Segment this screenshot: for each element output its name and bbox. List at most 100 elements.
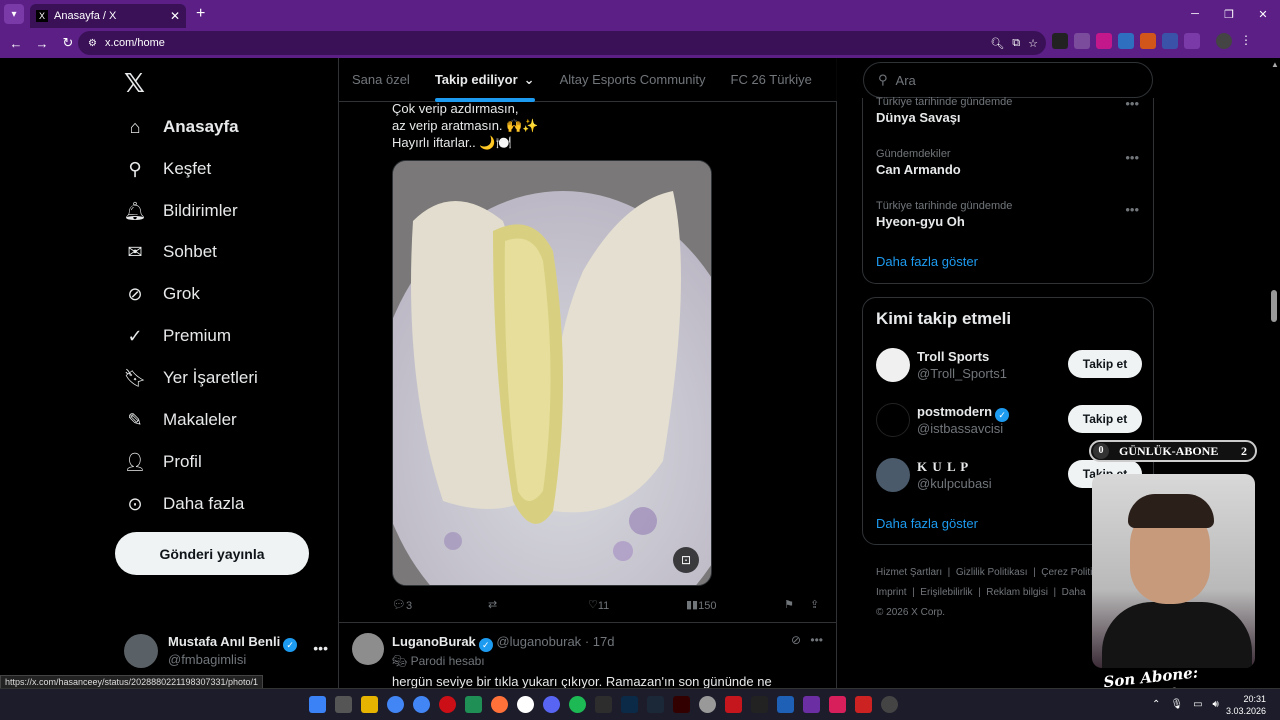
page-scrollbar[interactable]: ▲: [1268, 58, 1280, 688]
footer-link[interactable]: Gizlilik Politikası: [956, 567, 1028, 578]
illustrator-icon[interactable]: [673, 696, 690, 713]
address-bar[interactable]: ⚙ x.com/home 🔍︎ ⧉ ☆: [78, 31, 1046, 55]
extension-icon[interactable]: [1096, 33, 1112, 49]
footer-link[interactable]: Reklam bilgisi: [986, 587, 1048, 598]
nav-explore[interactable]: ⚲ Keşfet: [124, 154, 211, 184]
app-icon[interactable]: [777, 696, 794, 713]
mic-icon[interactable]: 🎙︎: [1170, 699, 1183, 710]
capcut-icon[interactable]: [595, 696, 612, 713]
profile-avatar-icon[interactable]: [1216, 33, 1232, 49]
search-box[interactable]: ⚲ Ara: [863, 62, 1153, 98]
search-icon[interactable]: [335, 696, 352, 713]
author-name[interactable]: LuganoBurak: [392, 634, 476, 649]
author-handle[interactable]: @luganoburak: [496, 634, 581, 649]
site-info-icon[interactable]: ⚙: [88, 38, 97, 49]
steam-icon[interactable]: [647, 696, 664, 713]
reply-button[interactable]: 💬︎ 3: [392, 598, 412, 612]
trend-item[interactable]: Türkiye tarihinde gündemde Hyeon-gyu Oh: [876, 200, 1012, 229]
footer-link[interactable]: Erişilebilirlik: [920, 587, 972, 598]
cast-icon[interactable]: ⧉: [1012, 37, 1020, 50]
nav-more[interactable]: ⊙ Daha fazla: [124, 489, 244, 519]
nav-grok[interactable]: ⊘ Grok: [124, 279, 199, 309]
start-icon[interactable]: [309, 696, 326, 713]
trend-more-icon[interactable]: •••: [1125, 150, 1139, 165]
new-tab-button[interactable]: +: [196, 5, 205, 23]
tweet-photo[interactable]: ⊡: [392, 160, 712, 586]
extensions-puzzle-icon[interactable]: [1184, 33, 1200, 49]
footer-link[interactable]: Çerez Politi: [1041, 567, 1092, 578]
file-explorer-icon[interactable]: [361, 696, 378, 713]
reload-button[interactable]: ↻: [56, 35, 80, 51]
tweet-time[interactable]: · 17d: [585, 634, 615, 649]
tab-fc26-turkiye[interactable]: FC 26 Türkiye: [731, 58, 812, 102]
more-dots-icon[interactable]: •••: [810, 633, 823, 647]
chevron-up-icon[interactable]: ⌃: [1152, 699, 1160, 710]
post-button[interactable]: Gönderi yayınla: [115, 532, 309, 575]
clock[interactable]: 20:31 3.03.2026: [1226, 693, 1266, 717]
zoom-icon[interactable]: 🔍︎: [990, 37, 1004, 50]
app-icon[interactable]: [699, 696, 716, 713]
yandex-icon[interactable]: [517, 696, 534, 713]
obs-icon[interactable]: [751, 696, 768, 713]
tab-search-button[interactable]: ▾: [4, 4, 24, 24]
show-more-trends-link[interactable]: Daha fazla göster: [876, 254, 978, 269]
avatar[interactable]: [352, 633, 384, 665]
tab-altay-esports[interactable]: Altay Esports Community: [560, 58, 706, 102]
like-button[interactable]: ♡ 11: [588, 598, 609, 612]
bookmark-star-icon[interactable]: ☆: [1028, 37, 1038, 50]
views-button[interactable]: ▮▮ 150: [686, 598, 716, 612]
nav-notifications[interactable]: 🔔︎ Bildirimler: [124, 196, 238, 226]
trend-more-icon[interactable]: •••: [1125, 202, 1139, 217]
grok-image-icon[interactable]: ⊡: [673, 547, 699, 573]
spotify-icon[interactable]: [569, 696, 586, 713]
more-dots-icon[interactable]: •••: [313, 640, 328, 656]
app-icon[interactable]: [881, 696, 898, 713]
close-tab-icon[interactable]: ✕: [170, 9, 180, 23]
firefox-icon[interactable]: [491, 696, 508, 713]
tab-following[interactable]: Takip ediliyor ⌄: [434, 58, 535, 102]
forward-button[interactable]: →: [30, 36, 54, 51]
extension-icon[interactable]: [1118, 33, 1134, 49]
scroll-up-icon[interactable]: ▲: [1271, 60, 1279, 69]
trend-more-icon[interactable]: •••: [1125, 96, 1139, 111]
chrome-icon[interactable]: [413, 696, 430, 713]
menu-icon[interactable]: ⋮: [1238, 33, 1254, 49]
follow-suggestion[interactable]: postmodern ✓ @istbassavcisi Takip et: [876, 401, 1142, 441]
follow-button[interactable]: Takip et: [1068, 405, 1142, 433]
tweet[interactable]: LuganoBurak ✓ @luganoburak · 17d 🎭︎ Parod…: [339, 622, 837, 689]
nav-home[interactable]: ⌂ Anasayfa: [124, 112, 239, 142]
close-window-button[interactable]: ✕: [1246, 0, 1280, 28]
footer-link[interactable]: Hizmet Şartları: [876, 567, 942, 578]
back-button[interactable]: ←: [4, 36, 28, 51]
grok-icon[interactable]: ⊘: [791, 633, 801, 647]
nav-bookmarks[interactable]: 🔖︎ Yer İşaretleri: [124, 363, 258, 393]
browser-tab[interactable]: X Anasayfa / X ✕: [30, 4, 186, 28]
chrome-icon[interactable]: [387, 696, 404, 713]
tab-for-you[interactable]: Sana özel: [352, 58, 410, 102]
extension-icon[interactable]: [1140, 33, 1156, 49]
acrobat-icon[interactable]: [725, 696, 742, 713]
account-switcher[interactable]: Mustafa Anıl Benli ✓ @fmbagimlisi •••: [124, 630, 334, 674]
footer-link[interactable]: Daha: [1062, 587, 1086, 598]
nav-profile[interactable]: 👤︎ Profil: [124, 447, 202, 477]
nav-articles[interactable]: ✎ Makaleler: [124, 405, 236, 435]
x-logo-icon[interactable]: 𝕏: [124, 68, 145, 99]
extension-icon[interactable]: [1052, 33, 1068, 49]
extension-icon[interactable]: [1074, 33, 1090, 49]
retweet-icon[interactable]: ⇄: [488, 598, 497, 611]
network-icon[interactable]: ▭: [1193, 699, 1202, 710]
nav-messages[interactable]: ✉ Sohbet: [124, 237, 216, 267]
minimize-button[interactable]: ─: [1178, 0, 1212, 28]
photoshop-icon[interactable]: [621, 696, 638, 713]
nav-premium[interactable]: ✓ Premium: [124, 321, 231, 351]
share-icon[interactable]: ⇪: [810, 598, 819, 611]
discord-icon[interactable]: [543, 696, 560, 713]
follow-suggestion[interactable]: Troll Sports @Troll_Sports1 Takip et: [876, 346, 1142, 386]
opera-icon[interactable]: [439, 696, 456, 713]
trend-item[interactable]: Türkiye tarihinde gündemde Dünya Savaşı: [876, 96, 1012, 125]
scroll-thumb[interactable]: [1271, 290, 1277, 322]
bookmark-icon[interactable]: ⚑: [784, 598, 794, 611]
app-icon[interactable]: [465, 696, 482, 713]
maximize-button[interactable]: ❐: [1212, 0, 1246, 28]
app-icon[interactable]: [803, 696, 820, 713]
